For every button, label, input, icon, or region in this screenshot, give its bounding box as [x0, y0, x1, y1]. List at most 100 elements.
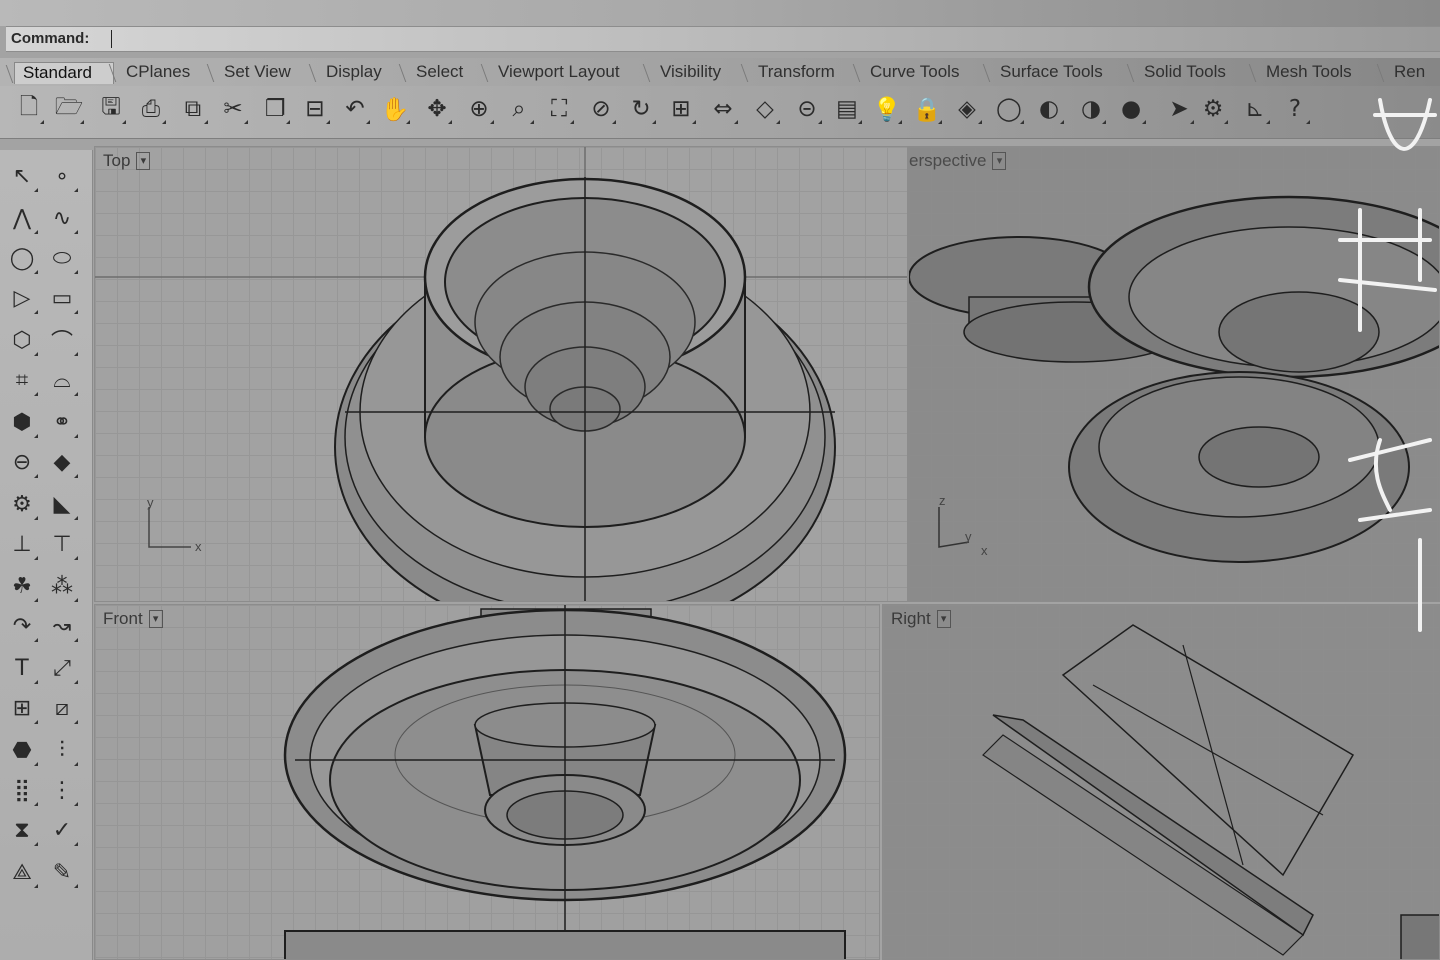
- viewport-top[interactable]: y x Top ▾: [94, 146, 908, 602]
- align-icon[interactable]: ⫶: [44, 732, 80, 768]
- zoom-window-icon[interactable]: ⌕: [502, 92, 536, 126]
- shaded-sphere-icon[interactable]: ◐: [1032, 92, 1066, 126]
- tab-transform[interactable]: Transform: [750, 62, 854, 84]
- cplane-icon[interactable]: ◇: [748, 92, 782, 126]
- triangle-icon[interactable]: ▷: [4, 280, 40, 316]
- pyramid-icon[interactable]: ⟁: [4, 854, 40, 890]
- new-file-icon[interactable]: 🗋: [12, 92, 46, 126]
- rotate-camera-icon[interactable]: ↻: [624, 92, 658, 126]
- tab-surface-tools[interactable]: Surface Tools: [992, 62, 1128, 84]
- four-viewports-icon[interactable]: ⊞: [664, 92, 698, 126]
- title-band: [0, 0, 1440, 26]
- zoom-extents-icon[interactable]: ⛶: [542, 92, 576, 126]
- polygon-icon[interactable]: ⬡: [4, 322, 40, 358]
- ellipse-icon[interactable]: ⬭: [44, 240, 80, 276]
- copy-icon[interactable]: ❐: [258, 92, 292, 126]
- select-arrow-icon[interactable]: ↖: [4, 158, 40, 194]
- distribute-icon[interactable]: ⋮: [44, 772, 80, 808]
- tab-curve-tools[interactable]: Curve Tools: [862, 62, 984, 84]
- lock-icon[interactable]: 🔒: [910, 92, 944, 126]
- shaded-icon[interactable]: ◈: [950, 92, 984, 126]
- help-icon[interactable]: ?: [1278, 92, 1312, 126]
- array-grid-icon[interactable]: ⣿: [4, 772, 40, 808]
- viewport-front-title[interactable]: Front ▾: [103, 609, 163, 629]
- surface-corner-icon[interactable]: ⌗: [4, 362, 40, 398]
- tab-display[interactable]: Display: [318, 62, 404, 84]
- layer-icon[interactable]: ▤: [830, 92, 864, 126]
- undo-icon[interactable]: ↶: [338, 92, 372, 126]
- gear-icon[interactable]: ⚙: [4, 486, 40, 522]
- zoom-selected-icon[interactable]: ⊘: [584, 92, 618, 126]
- tab-visibility[interactable]: Visibility: [652, 62, 744, 84]
- trim-icon[interactable]: ⊤: [44, 526, 80, 562]
- point-icon[interactable]: ∘: [44, 158, 80, 194]
- rotate-view-icon[interactable]: ✥: [420, 92, 454, 126]
- boolean-icon[interactable]: ☘: [4, 568, 40, 604]
- extend-icon[interactable]: ⊥: [4, 526, 40, 562]
- mesh-plane-icon[interactable]: ◆: [44, 444, 80, 480]
- dimension-icon[interactable]: ◣: [44, 486, 80, 522]
- check-icon[interactable]: ✓: [44, 812, 80, 848]
- viewport-right-title[interactable]: Right ▾: [891, 609, 951, 629]
- select-arrow-icon[interactable]: ➤: [1162, 92, 1196, 126]
- front-view-model: [283, 605, 847, 959]
- wireframe-sphere-icon[interactable]: ◯: [992, 92, 1026, 126]
- scale-icon[interactable]: ⤢: [44, 650, 80, 686]
- top-view-model: [95, 147, 907, 601]
- rendered-sphere-icon[interactable]: ◑: [1074, 92, 1108, 126]
- surface-loft-icon[interactable]: ⌓: [44, 362, 80, 398]
- curve-control-icon[interactable]: ∿: [44, 200, 80, 236]
- chevron-down-icon[interactable]: ▾: [936, 610, 951, 628]
- axis-x-label: x: [981, 543, 988, 558]
- tab-select[interactable]: Select: [408, 62, 486, 84]
- arc-curve-icon[interactable]: ⌒: [44, 322, 80, 358]
- viewport-perspective-label: erspective: [909, 151, 987, 170]
- import-icon[interactable]: ⧉: [176, 92, 210, 126]
- chevron-down-icon[interactable]: ▾: [136, 152, 151, 170]
- print-icon[interactable]: ⎙: [134, 92, 168, 126]
- cut-icon[interactable]: ✂: [216, 92, 250, 126]
- dimension-icon[interactable]: ⊾: [1238, 92, 1272, 126]
- light-icon[interactable]: 💡: [870, 92, 904, 126]
- cylinder-icon[interactable]: ⊖: [4, 444, 40, 480]
- chevron-down-icon[interactable]: ▾: [992, 152, 1007, 170]
- circle-icon[interactable]: ◯: [4, 240, 40, 276]
- viewport-top-title[interactable]: Top ▾: [103, 151, 151, 171]
- measure-icon[interactable]: ⊝: [790, 92, 824, 126]
- settings-icon[interactable]: ⚙: [1196, 92, 1230, 126]
- viewport-perspective-title[interactable]: erspective ▾: [909, 151, 1007, 171]
- tab-viewport-layout[interactable]: Viewport Layout: [490, 62, 642, 84]
- blend-icon[interactable]: ↝: [44, 608, 80, 644]
- chevron-down-icon[interactable]: ▾: [148, 610, 163, 628]
- edit-icon[interactable]: ✎: [44, 854, 80, 890]
- tab-solid-tools[interactable]: Solid Tools: [1136, 62, 1248, 84]
- group-icon[interactable]: ⊞: [4, 690, 40, 726]
- viewport-top-label: Top: [103, 151, 131, 170]
- pan-hand-icon[interactable]: ✋: [378, 92, 412, 126]
- material-sphere-icon[interactable]: ●: [1114, 92, 1148, 126]
- command-bar[interactable]: Command:: [6, 26, 1440, 52]
- array-icon[interactable]: ⧄: [44, 690, 80, 726]
- standard-toolbar: 🗋 🗁 🖫 ⎙ ⧉ ✂ ❐ ⊟ ↶ ✋ ✥ ⊕ ⌕ ⛶ ⊘ ↻ ⊞ ⇔ ◇ ⊝ …: [0, 86, 1440, 139]
- tab-set-view[interactable]: Set View: [216, 62, 310, 84]
- box-icon[interactable]: ⬢: [4, 404, 40, 440]
- zoom-in-icon[interactable]: ⊕: [462, 92, 496, 126]
- toolbar-tabs: Standard CPlanes Set View Display Select…: [0, 58, 1440, 86]
- text-icon[interactable]: T: [4, 650, 40, 686]
- tab-cplanes[interactable]: CPlanes: [118, 62, 212, 84]
- viewport-right[interactable]: Right ▾: [882, 604, 1440, 960]
- transform-icon[interactable]: ⧗: [4, 812, 40, 848]
- polyline-icon[interactable]: ⋀: [4, 200, 40, 236]
- open-folder-icon[interactable]: 🗁: [52, 92, 86, 126]
- boolean-union-icon[interactable]: ⚭: [44, 404, 80, 440]
- viewport-front[interactable]: Front ▾: [94, 604, 880, 960]
- solid-box-icon[interactable]: ⬣: [4, 732, 40, 768]
- paste-icon[interactable]: ⊟: [298, 92, 332, 126]
- save-icon[interactable]: 🖫: [94, 92, 128, 126]
- fillet-icon[interactable]: ↷: [4, 608, 40, 644]
- right-view-model: [982, 624, 1439, 959]
- named-view-icon[interactable]: ⇔: [706, 92, 740, 126]
- tab-standard[interactable]: Standard: [14, 62, 114, 84]
- points-icon[interactable]: ⁂: [44, 568, 80, 604]
- rectangle-icon[interactable]: ▭: [44, 280, 80, 316]
